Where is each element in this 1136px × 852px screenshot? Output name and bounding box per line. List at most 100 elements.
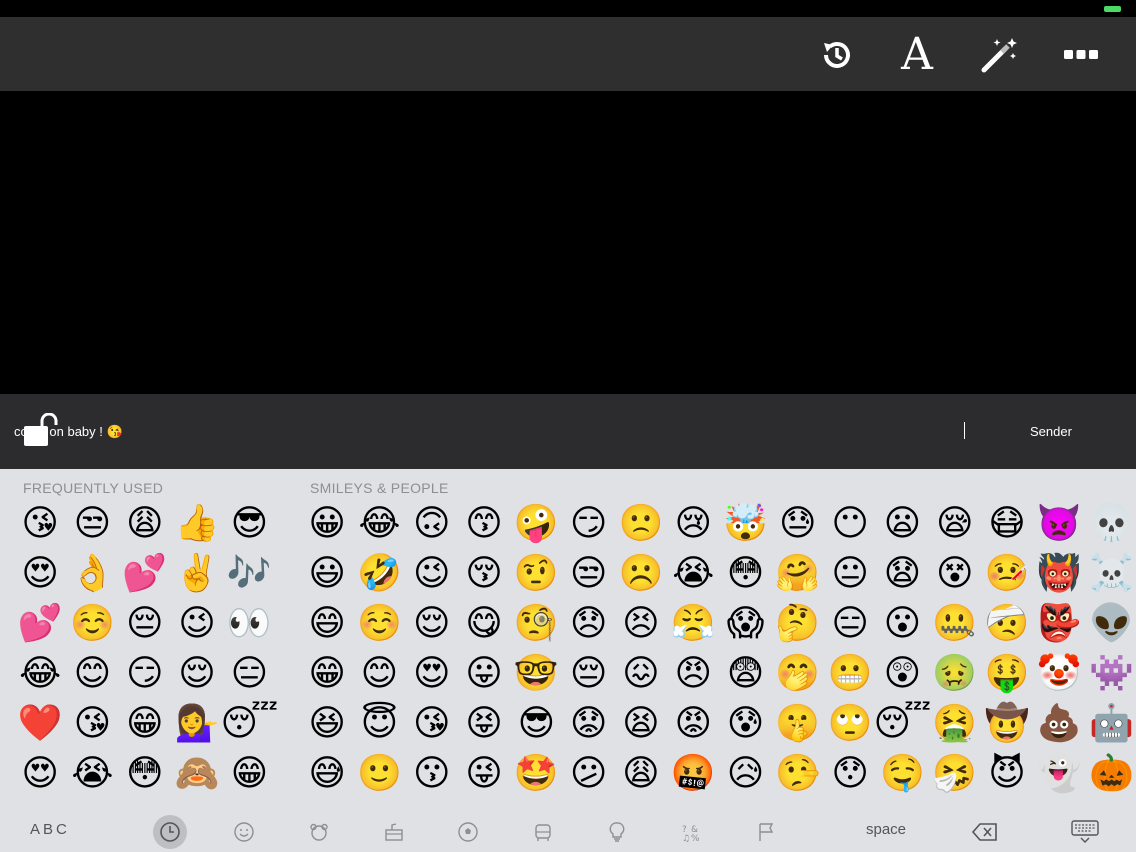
emoji-key[interactable]: 😘 <box>66 699 118 749</box>
emoji-key[interactable]: 👽 <box>1085 599 1136 649</box>
emoji-key[interactable]: 🤤 <box>876 749 928 799</box>
emoji-key[interactable]: 😮 <box>876 599 928 649</box>
emoji-key[interactable]: 🤮 <box>929 699 981 749</box>
emoji-key[interactable]: 👌 <box>66 549 118 599</box>
emoji-key[interactable]: 😋 <box>458 599 510 649</box>
emoji-key[interactable]: 👺 <box>1033 599 1085 649</box>
emoji-key[interactable]: 💀 <box>1085 499 1136 549</box>
emoji-key[interactable]: 🤕 <box>981 599 1033 649</box>
emoji-key[interactable]: 😁 <box>301 649 353 699</box>
emoji-key[interactable]: 😍 <box>406 649 458 699</box>
emoji-key[interactable]: 😬 <box>824 649 876 699</box>
emoji-key[interactable]: 💁‍♀️ <box>171 699 223 749</box>
emoji-key[interactable]: 😪 <box>929 499 981 549</box>
emoji-key[interactable]: 😊 <box>66 649 118 699</box>
emoji-key[interactable]: ❤️ <box>14 699 66 749</box>
space-button[interactable]: space <box>866 821 906 838</box>
magic-wand-icon[interactable] <box>979 35 1019 75</box>
emoji-key[interactable]: 😢 <box>667 499 719 549</box>
emoji-key[interactable]: 😞 <box>562 599 614 649</box>
emoji-key[interactable]: 😭 <box>66 749 118 799</box>
emoji-key[interactable]: 💕 <box>14 599 66 649</box>
emoji-key[interactable]: 👻 <box>1033 749 1085 799</box>
emoji-key[interactable]: 😙 <box>458 499 510 549</box>
history-icon[interactable] <box>816 35 856 75</box>
emoji-key[interactable]: 😦 <box>876 499 928 549</box>
emoji-key[interactable]: 🤫 <box>772 699 824 749</box>
emoji-key[interactable]: 😃 <box>301 549 353 599</box>
emoji-key[interactable]: 😩 <box>615 749 667 799</box>
animal-icon[interactable] <box>302 815 336 849</box>
emoji-key[interactable]: 😟 <box>562 699 614 749</box>
emoji-key[interactable]: 😔 <box>119 599 171 649</box>
activity-icon[interactable] <box>451 815 485 849</box>
emoji-key[interactable]: 🤑 <box>981 649 1033 699</box>
emoji-key[interactable]: 😴 <box>220 699 278 749</box>
emoji-key[interactable]: 💩 <box>1033 699 1085 749</box>
emoji-key[interactable]: 🤨 <box>510 549 562 599</box>
emoji-key[interactable]: 🤔 <box>772 599 824 649</box>
emoji-key[interactable]: 😥 <box>719 749 771 799</box>
emoji-key[interactable]: 😡 <box>667 699 719 749</box>
emoji-key[interactable]: 🙄 <box>824 699 876 749</box>
emoji-key[interactable]: 😒 <box>66 499 118 549</box>
emoji-key[interactable]: 😣 <box>615 599 667 649</box>
smiley-icon[interactable] <box>227 815 261 849</box>
emoji-key[interactable]: 😴 <box>874 699 932 749</box>
emoji-key[interactable]: 🤖 <box>1085 699 1136 749</box>
objects-icon[interactable] <box>600 815 634 849</box>
emoji-key[interactable]: 😘 <box>14 499 66 549</box>
emoji-key[interactable]: 😚 <box>458 549 510 599</box>
emoji-key[interactable]: 🤣 <box>353 549 405 599</box>
emoji-key[interactable]: 😁 <box>119 699 171 749</box>
emoji-key[interactable]: 😠 <box>667 649 719 699</box>
emoji-key[interactable]: 🤪 <box>510 499 562 549</box>
emoji-key[interactable]: 🎶 <box>223 549 275 599</box>
emoji-key[interactable]: 😏 <box>119 649 171 699</box>
more-icon[interactable] <box>1061 35 1101 75</box>
emoji-key[interactable]: 😫 <box>615 699 667 749</box>
travel-icon[interactable] <box>526 815 560 849</box>
emoji-key[interactable]: 🧐 <box>510 599 562 649</box>
emoji-key[interactable]: 💕 <box>119 549 171 599</box>
emoji-key[interactable]: 🤓 <box>510 649 562 699</box>
emoji-key[interactable]: 👹 <box>1033 549 1085 599</box>
emoji-key[interactable]: 🙂 <box>353 749 405 799</box>
emoji-key[interactable]: 😌 <box>406 599 458 649</box>
message-text[interactable]: come on baby ! 😘 <box>14 424 123 440</box>
emoji-key[interactable]: 😱 <box>719 599 771 649</box>
abc-button[interactable]: ABC <box>30 821 70 838</box>
emoji-key[interactable]: 😐 <box>824 549 876 599</box>
emoji-key[interactable]: 😧 <box>876 549 928 599</box>
emoji-key[interactable]: 😎 <box>510 699 562 749</box>
emoji-key[interactable]: 😁 <box>223 749 275 799</box>
emoji-key[interactable]: 🤡 <box>1033 649 1085 699</box>
emoji-key[interactable]: 😨 <box>719 649 771 699</box>
emoji-key[interactable]: 👿 <box>1033 499 1085 549</box>
sender-field[interactable]: Sender <box>1030 424 1072 439</box>
emoji-key[interactable]: 😭 <box>667 549 719 599</box>
emoji-key[interactable]: 🤒 <box>981 549 1033 599</box>
emoji-key[interactable]: 🤬 <box>667 749 719 799</box>
emoji-key[interactable]: 🤭 <box>772 649 824 699</box>
emoji-key[interactable]: 👍 <box>171 499 223 549</box>
emoji-key[interactable]: 😇 <box>353 699 405 749</box>
emoji-key[interactable]: 🤥 <box>772 749 824 799</box>
emoji-key[interactable]: 🙁 <box>615 499 667 549</box>
emoji-key[interactable]: 😂 <box>353 499 405 549</box>
emoji-key[interactable]: 😶 <box>824 499 876 549</box>
emoji-key[interactable]: 😛 <box>458 649 510 699</box>
keyboard-dismiss-icon[interactable] <box>1068 815 1102 849</box>
emoji-key[interactable]: 🎃 <box>1085 749 1136 799</box>
emoji-key[interactable]: ☹️ <box>615 549 667 599</box>
emoji-key[interactable]: 😀 <box>301 499 353 549</box>
emoji-key[interactable]: 😅 <box>301 749 353 799</box>
food-icon[interactable] <box>377 815 411 849</box>
emoji-key[interactable]: 😏 <box>562 499 614 549</box>
emoji-key[interactable]: 😜 <box>458 749 510 799</box>
symbols-icon[interactable]: ? & ♫% <box>674 815 708 849</box>
emoji-key[interactable]: 😉 <box>171 599 223 649</box>
emoji-key[interactable]: 👀 <box>223 599 275 649</box>
emoji-key[interactable]: 😯 <box>824 749 876 799</box>
emoji-key[interactable]: 😎 <box>223 499 275 549</box>
